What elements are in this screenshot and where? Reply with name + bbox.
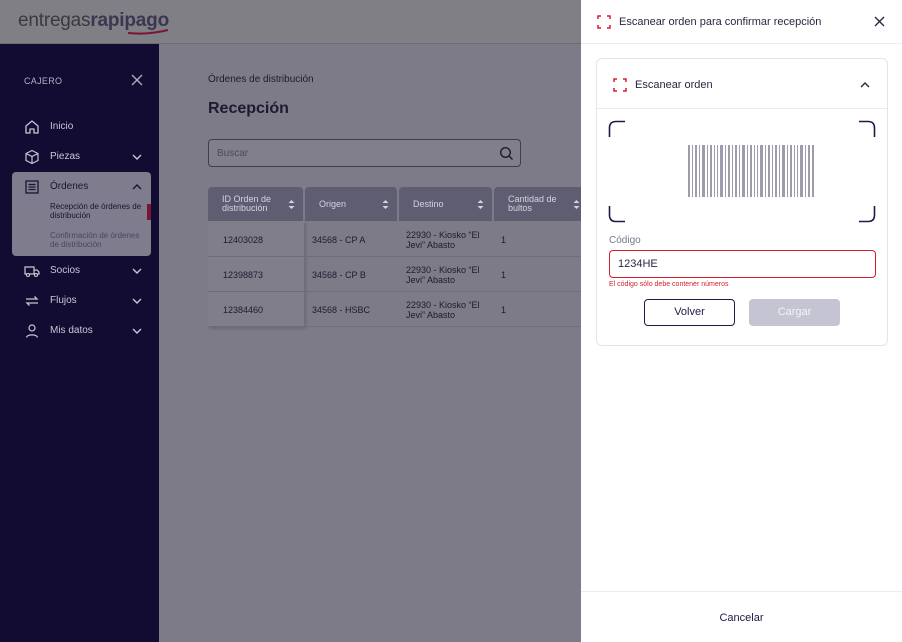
close-icon[interactable] bbox=[874, 16, 885, 27]
column-header-id[interactable]: ID Orden de distribución bbox=[208, 187, 303, 221]
sort-icon[interactable] bbox=[477, 199, 484, 210]
sidebar-item-flujos[interactable]: Flujos bbox=[12, 286, 151, 316]
logo-text-entregas: entregas bbox=[18, 10, 91, 31]
cell-id: 12403028 bbox=[223, 235, 264, 245]
cell-destino: 22930 - Kiosko “El Jevi” Abasto bbox=[406, 300, 480, 320]
arrows-icon bbox=[25, 296, 39, 306]
truck-icon bbox=[24, 266, 40, 278]
cancel-button[interactable]: Cancelar bbox=[581, 612, 902, 624]
cell-cantidad: 1 bbox=[501, 305, 507, 315]
chevron-down-icon bbox=[132, 298, 142, 304]
column-header-label: ID Orden de distribución bbox=[222, 194, 272, 213]
chevron-down-icon bbox=[132, 328, 142, 334]
sort-icon[interactable] bbox=[573, 199, 580, 210]
cell-origen: 34568 - HSBC bbox=[312, 305, 371, 315]
sidebar-item-mis-datos[interactable]: Mis datos bbox=[12, 316, 151, 346]
column-header-destino[interactable]: Destino bbox=[399, 187, 492, 221]
home-icon bbox=[25, 120, 39, 134]
column-header-label: Origen bbox=[319, 199, 347, 209]
list-icon bbox=[25, 180, 39, 194]
barcode-icon bbox=[688, 145, 814, 197]
cell-id: 12398873 bbox=[223, 270, 264, 280]
chevron-down-icon bbox=[132, 154, 142, 160]
sidebar-item-label: Órdenes bbox=[50, 181, 89, 192]
search-input[interactable]: Buscar bbox=[208, 139, 521, 167]
barcode-scanner-viewfinder[interactable] bbox=[608, 120, 876, 223]
search-placeholder: Buscar bbox=[217, 148, 249, 159]
sort-icon[interactable] bbox=[288, 199, 295, 210]
sidebar-subitem-recepcion[interactable]: Recepción de órdenes de distribución bbox=[50, 202, 146, 220]
column-header-origen[interactable]: Origen bbox=[305, 187, 397, 221]
sidebar-item-label: Flujos bbox=[50, 295, 77, 306]
scan-section-header[interactable]: Escanear orden bbox=[597, 59, 887, 109]
back-button[interactable]: Volver bbox=[644, 299, 735, 326]
sidebar: CAJERO Inicio Piezas Órdenes Recepción d… bbox=[0, 44, 159, 642]
cell-origen: 34568 - CP A bbox=[312, 235, 366, 245]
sidebar-item-label: Mis datos bbox=[50, 325, 93, 336]
main-content: Órdenes de distribución Recepción Buscar… bbox=[159, 44, 588, 642]
table-row[interactable]: 12398873 34568 - CP B 22930 - Kiosko “El… bbox=[208, 257, 588, 292]
logo-text-rapipago: rapipago bbox=[90, 10, 169, 31]
sidebar-role: CAJERO bbox=[24, 76, 63, 86]
cell-cantidad: 1 bbox=[501, 235, 507, 245]
sidebar-item-label: Socios bbox=[50, 265, 81, 276]
chevron-up-icon bbox=[132, 184, 142, 190]
code-field[interactable] bbox=[609, 250, 876, 278]
table-row[interactable]: 12403028 34568 - CP A 22930 - Kiosko “El… bbox=[208, 222, 588, 257]
app-logo[interactable]: entregasrapipago bbox=[18, 10, 169, 35]
code-error-message: El código sólo debe contener números bbox=[609, 281, 729, 288]
scan-panel: Escanear orden para confirmar recepción … bbox=[581, 0, 902, 642]
column-header-label: Destino bbox=[413, 199, 444, 209]
panel-title: Escanear orden para confirmar recepción bbox=[619, 16, 822, 28]
column-header-cantidad[interactable]: Cantidad de bultos bbox=[494, 187, 588, 221]
scan-icon bbox=[597, 15, 611, 29]
logo-swoosh-icon bbox=[127, 29, 169, 35]
search-icon[interactable] bbox=[499, 146, 514, 161]
chevron-down-icon bbox=[132, 268, 142, 274]
sidebar-item-ordenes[interactable]: Órdenes bbox=[12, 172, 151, 202]
cell-destino: 22930 - Kiosko “El Jevi” Abasto bbox=[406, 230, 480, 250]
box-icon bbox=[25, 149, 39, 165]
sidebar-item-label: Piezas bbox=[50, 151, 81, 162]
panel-footer: Cancelar bbox=[581, 591, 902, 642]
close-sidebar-icon[interactable] bbox=[131, 74, 143, 86]
column-header-label: Cantidad de bultos bbox=[508, 194, 557, 213]
load-button[interactable]: Cargar bbox=[749, 299, 840, 326]
page-title: Recepción bbox=[208, 100, 289, 117]
chevron-up-icon[interactable] bbox=[860, 81, 870, 88]
user-icon bbox=[25, 324, 39, 338]
sort-icon[interactable] bbox=[382, 199, 389, 210]
cell-destino: 22930 - Kiosko “El Jevi” Abasto bbox=[406, 265, 480, 285]
table-row[interactable]: 12384460 34568 - HSBC 22930 - Kiosko “El… bbox=[208, 292, 588, 327]
scan-icon bbox=[613, 78, 627, 92]
scan-section-title: Escanear orden bbox=[635, 79, 713, 91]
panel-header: Escanear orden para confirmar recepción bbox=[581, 0, 902, 44]
breadcrumb[interactable]: Órdenes de distribución bbox=[208, 74, 314, 85]
cell-cantidad: 1 bbox=[501, 270, 507, 280]
sidebar-item-label: Inicio bbox=[50, 121, 74, 132]
cell-id: 12384460 bbox=[223, 305, 264, 315]
sidebar-item-piezas[interactable]: Piezas bbox=[12, 142, 151, 172]
active-indicator bbox=[147, 204, 151, 220]
code-label: Código bbox=[609, 235, 641, 246]
sidebar-item-inicio[interactable]: Inicio bbox=[12, 112, 151, 142]
sidebar-subitem-confirmacion[interactable]: Confirmación de órdenes de distribución bbox=[50, 231, 146, 249]
cell-origen: 34568 - CP B bbox=[312, 270, 366, 280]
sidebar-item-socios[interactable]: Socios bbox=[12, 256, 151, 286]
scan-card: Escanear orden Código 1234HE El código s… bbox=[596, 58, 888, 346]
